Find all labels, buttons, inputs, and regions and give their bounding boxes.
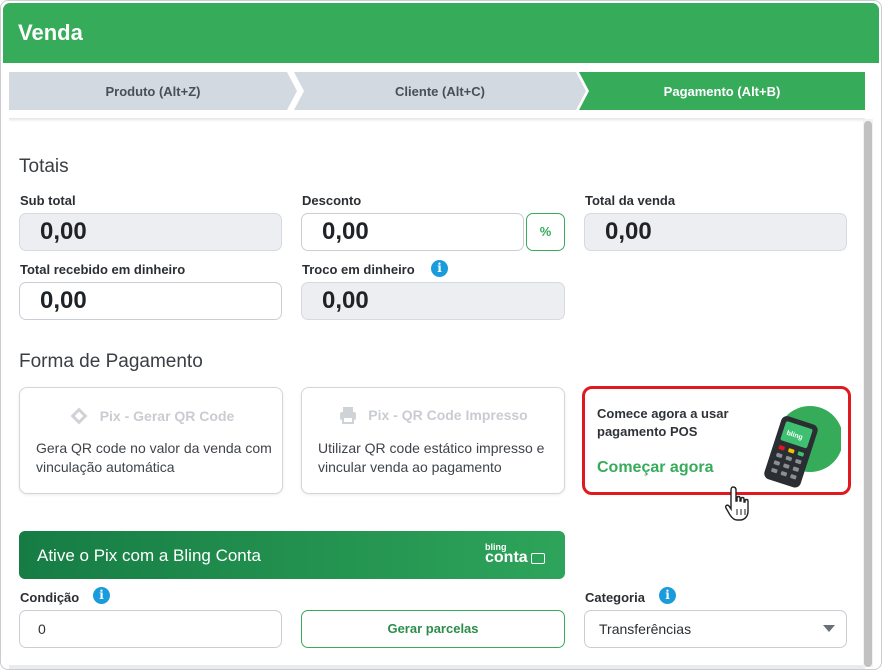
total-venda-field: 0,00 bbox=[584, 213, 847, 251]
content-divider bbox=[9, 118, 865, 122]
condicao-input[interactable]: 0 bbox=[19, 610, 282, 648]
categoria-select[interactable]: Transferências bbox=[584, 610, 847, 648]
pix-icon bbox=[70, 407, 88, 425]
subtotal-label: Sub total bbox=[20, 193, 76, 208]
categoria-info-icon[interactable]: i bbox=[659, 587, 676, 604]
step-pagamento[interactable]: Pagamento (Alt+B) bbox=[579, 72, 865, 110]
step-navigation: Produto (Alt+Z) Cliente (Alt+C) Pagament… bbox=[9, 72, 865, 110]
gerar-parcelas-button[interactable]: Gerar parcelas bbox=[301, 610, 565, 648]
banner-text: Ative o Pix com a Bling Conta bbox=[37, 546, 261, 565]
sale-window: Venda Produto (Alt+Z) Cliente (Alt+C) Pa… bbox=[0, 0, 882, 670]
page-title: Venda bbox=[18, 20, 83, 45]
recebido-input[interactable]: 0,00 bbox=[19, 282, 282, 320]
pix-qrcode-title-row: Pix - Gerar QR Code bbox=[20, 405, 282, 427]
condicao-label: Condição bbox=[20, 590, 80, 605]
conta-logo-icon bbox=[531, 553, 545, 564]
percent-toggle-button[interactable]: % bbox=[526, 213, 565, 251]
scrollbar-thumb[interactable] bbox=[864, 121, 872, 667]
section-title-totais: Totais bbox=[19, 156, 69, 177]
pos-promo-card[interactable]: Comece agora a usar pagamento POS Começa… bbox=[582, 386, 851, 495]
step-produto[interactable]: Produto (Alt+Z) bbox=[9, 72, 297, 110]
scrollbar[interactable] bbox=[863, 119, 873, 667]
pix-qrcode-title: Pix - Gerar QR Code bbox=[99, 408, 235, 424]
comecar-agora-link[interactable]: Começar agora bbox=[597, 459, 714, 477]
chevron-down-icon[interactable] bbox=[823, 625, 835, 632]
pos-promo-text: Comece agora a usar pagamento POS bbox=[597, 406, 729, 439]
categoria-label: Categoria bbox=[585, 590, 645, 605]
pos-terminal-icon: bling bbox=[764, 406, 841, 488]
header-bar: Venda bbox=[3, 3, 879, 63]
pix-impresso-description: Utilizar QR code estático impresso e vin… bbox=[318, 440, 545, 475]
desconto-label: Desconto bbox=[302, 193, 362, 208]
troco-field: 0,00 bbox=[301, 282, 565, 320]
pix-qrcode-card[interactable]: Pix - Gerar QR Code Gera QR code no valo… bbox=[19, 387, 283, 494]
condicao-info-icon[interactable]: i bbox=[93, 587, 110, 604]
printer-icon bbox=[340, 407, 357, 424]
hand-cursor-icon bbox=[725, 486, 749, 521]
pix-impresso-title: Pix - QR Code Impresso bbox=[368, 407, 528, 423]
bling-conta-banner[interactable]: Ative o Pix com a Bling Conta bling cont… bbox=[19, 531, 565, 579]
subtotal-field: 0,00 bbox=[19, 213, 282, 251]
desconto-input[interactable]: 0,00 bbox=[301, 213, 524, 251]
bottom-edge bbox=[9, 665, 865, 669]
section-title-pagamento: Forma de Pagamento bbox=[19, 351, 203, 372]
total-venda-label: Total da venda bbox=[585, 193, 676, 208]
pix-qrcode-description: Gera QR code no valor da venda com vincu… bbox=[36, 440, 272, 475]
pix-impresso-title-row: Pix - QR Code Impresso bbox=[302, 405, 564, 425]
troco-label: Troco em dinheiro bbox=[302, 262, 415, 277]
recebido-label: Total recebido em dinheiro bbox=[20, 262, 186, 277]
pix-impresso-card[interactable]: Pix - QR Code Impresso Utilizar QR code … bbox=[301, 387, 565, 494]
troco-info-icon[interactable]: i bbox=[431, 260, 448, 277]
step-cliente[interactable]: Cliente (Alt+C) bbox=[294, 72, 586, 110]
conta-logo: conta bbox=[485, 549, 528, 566]
